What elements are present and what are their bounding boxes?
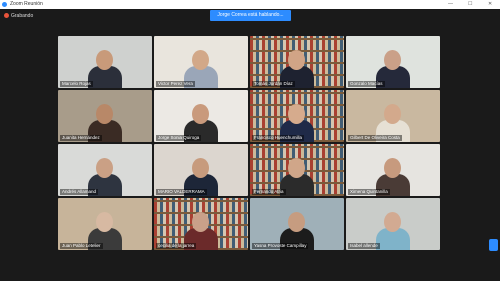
participant-gallery: Marcelo Rojas Victor Perez Vera Tomás Jord… (58, 36, 440, 250)
participant-video-face (288, 158, 305, 178)
participant-video-face (384, 212, 401, 232)
maximize-button[interactable]: ☐ (468, 0, 472, 9)
participant-video-face (96, 50, 113, 70)
participant-name: Andrés Allamand (60, 189, 99, 195)
participant-tile[interactable]: Isabel allende (346, 198, 440, 250)
participant-tile[interactable]: Ximena Quintanilla (346, 144, 440, 196)
recording-indicator[interactable]: Grabando (4, 11, 33, 21)
participant-video-face (384, 50, 401, 70)
title-bar: Zoom Reunión — ☐ ✕ (0, 0, 500, 9)
participant-video-face (192, 104, 209, 124)
participant-tile[interactable]: cecilia de la jarrea (154, 198, 248, 250)
close-button[interactable]: ✕ (488, 0, 492, 9)
participant-name: cecilia de la jarrea (156, 243, 197, 249)
participant-name: Tomás Jordán Díaz (252, 81, 295, 87)
participant-video-face (288, 50, 305, 70)
participant-tile[interactable]: MARIO VALDERRAMA (154, 144, 248, 196)
minimize-button[interactable]: — (448, 0, 453, 9)
participant-tile[interactable]: Francisco Huenchumilla (250, 90, 344, 142)
participant-name: MARIO VALDERRAMA (156, 189, 207, 195)
participant-name: Juanita Hernández (60, 135, 102, 141)
participant-tile[interactable]: Marcelo Rojas (58, 36, 152, 88)
participant-name: Francisco Huenchumilla (252, 135, 305, 141)
participant-name: Juan Pablo Letelier (60, 243, 103, 249)
participant-tile[interactable]: Victor Perez Vera (154, 36, 248, 88)
participant-name: Fernando Atria (252, 189, 286, 195)
participant-tile[interactable]: Tomás Jordán Díaz (250, 36, 344, 88)
chat-panel-toggle-icon[interactable] (489, 239, 498, 251)
participant-tile[interactable]: Gilbert De Oliveira Costa (346, 90, 440, 142)
recording-label: Grabando (11, 13, 34, 19)
participant-tile[interactable]: Yasna Provoste Campillay (250, 198, 344, 250)
participant-name: Marcelo Rojas (60, 81, 93, 87)
participant-name: Gonzalo Macías (348, 81, 385, 87)
participant-video-face (192, 158, 209, 178)
participant-video-face (288, 212, 305, 232)
zoom-logo-icon (2, 2, 7, 7)
participant-name: Ximena Quintanilla (348, 189, 390, 195)
participant-name: Yasna Provoste Campillay (252, 243, 309, 249)
participant-name: Victor Perez Vera (156, 81, 195, 87)
participant-video-face (96, 212, 113, 232)
participant-name: Jorge Sonia Quiroga (156, 135, 202, 141)
window-title: Zoom Reunión (10, 1, 43, 7)
participant-video-face (288, 104, 305, 124)
participant-video-face (384, 158, 401, 178)
participant-tile[interactable]: Fernando Atria (250, 144, 344, 196)
participant-video-face (192, 50, 209, 70)
recording-dot-icon (4, 13, 9, 19)
participant-name: Isabel allende (348, 243, 380, 249)
participant-name: Gilbert De Oliveira Costa (348, 135, 402, 141)
participant-tile[interactable]: Juanita Hernández (58, 90, 152, 142)
active-speaker-banner: Jorge Correa está hablando... (210, 10, 291, 21)
participant-tile[interactable]: Jorge Sonia Quiroga (154, 90, 248, 142)
participant-video-face (96, 158, 113, 178)
participant-tile[interactable]: Andrés Allamand (58, 144, 152, 196)
participant-video-face (96, 104, 113, 124)
participant-tile[interactable]: Juan Pablo Letelier (58, 198, 152, 250)
participant-video-face (384, 104, 401, 124)
participant-video-face (192, 212, 209, 232)
participant-tile[interactable]: Gonzalo Macías (346, 36, 440, 88)
